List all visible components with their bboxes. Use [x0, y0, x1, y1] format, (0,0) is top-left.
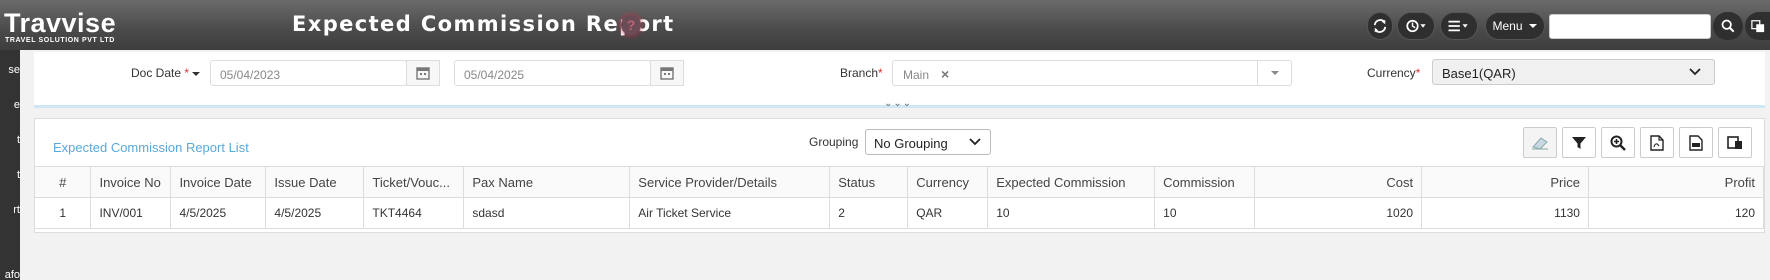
table-cell: Air Ticket Service: [629, 197, 831, 229]
currency-label: Currency*: [1367, 66, 1421, 80]
list-menu-button[interactable]: [1440, 12, 1478, 40]
column-header[interactable]: Issue Date: [265, 166, 365, 198]
grouping-value: No Grouping: [874, 136, 948, 151]
sidebar-item[interactable]: rt: [0, 204, 20, 216]
date-from-calendar-button[interactable]: [406, 60, 440, 86]
report-list-panel: Expected Commission Report List Grouping…: [34, 118, 1765, 233]
caret-down-icon[interactable]: [192, 71, 201, 77]
search-icon: [1721, 19, 1735, 33]
table-cell: 120: [1588, 197, 1765, 229]
branch-label: Branch*: [840, 66, 883, 80]
table-row[interactable]: 1 INV/001 4/5/2025 4/5/2025 TKT4464 sdas…: [35, 197, 1765, 229]
top-bar: Travvise TRAVEL SOLUTION PVT LTD Expecte…: [0, 0, 1770, 50]
branch-clear-icon[interactable]: ×: [941, 66, 949, 82]
columns-icon: [1727, 135, 1742, 149]
column-chooser-button[interactable]: [1718, 127, 1752, 158]
grouping-select[interactable]: No Grouping: [865, 129, 991, 155]
table-cell: TKT4464: [363, 197, 465, 229]
pdf-icon: [1650, 134, 1664, 151]
refresh-icon: [1373, 19, 1387, 33]
calendar-icon: [660, 67, 674, 80]
export-csv-button[interactable]: [1679, 127, 1713, 158]
table-cell: INV/001: [90, 197, 172, 229]
sidebar-item[interactable]: t: [0, 134, 20, 146]
chevron-down-icon: [1270, 70, 1279, 75]
chevron-down-icon: [1689, 68, 1701, 76]
column-header[interactable]: Price: [1421, 166, 1589, 198]
menu-button[interactable]: Menu: [1485, 12, 1545, 40]
help-icon[interactable]: ?: [621, 15, 641, 35]
csv-icon: [1689, 134, 1703, 151]
menu-label: Menu: [1492, 19, 1523, 33]
filter-icon: [1572, 136, 1586, 149]
logo-subtitle: TRAVEL SOLUTION PVT LTD: [5, 37, 115, 44]
column-header[interactable]: #: [35, 166, 92, 198]
currency-select[interactable]: Base1(QAR): [1432, 59, 1715, 85]
chevron-down-icon: [969, 138, 981, 146]
column-header[interactable]: Profit: [1588, 166, 1765, 198]
column-header[interactable]: Commission: [1154, 166, 1256, 198]
logo-text: Travvise: [4, 8, 117, 38]
table-cell: QAR: [907, 197, 989, 229]
chevron-down-icon: [1528, 24, 1537, 28]
column-header[interactable]: Expected Commission: [987, 166, 1156, 198]
app-logo[interactable]: Travvise TRAVEL SOLUTION PVT LTD: [0, 6, 135, 46]
table-cell: sdasd: [463, 197, 631, 229]
history-button[interactable]: [1397, 12, 1435, 40]
list-icon: [1448, 20, 1468, 32]
report-table: # Invoice No Invoice Date Issue Date Tic…: [35, 166, 1765, 229]
column-header[interactable]: Cost: [1254, 166, 1423, 198]
filter-button[interactable]: [1562, 127, 1596, 158]
grouping-label: Grouping: [809, 135, 859, 149]
language-button[interactable]: [1745, 12, 1770, 40]
history-icon: [1406, 19, 1426, 33]
table-cell: 1130: [1421, 197, 1589, 229]
clear-filter-button[interactable]: [1523, 127, 1557, 158]
sidebar-item[interactable]: e: [0, 99, 20, 111]
table-cell: 1020: [1254, 197, 1423, 229]
filter-panel: Doc Date * 05/04/2023 05/04/2025 Branch*…: [34, 52, 1765, 109]
column-header[interactable]: Invoice No: [90, 166, 172, 198]
column-header[interactable]: Ticket/Vouc...: [363, 166, 465, 198]
eraser-icon: [1532, 136, 1548, 150]
expand-filters-icon[interactable]: ⌄⌄⌄: [884, 98, 912, 109]
page-title: Expected Commission Report: [292, 12, 675, 36]
zoom-button[interactable]: [1601, 127, 1635, 158]
table-cell: 10: [1154, 197, 1256, 229]
sidebar-item[interactable]: se: [0, 64, 20, 76]
search-button[interactable]: [1713, 12, 1743, 40]
branch-dropdown-toggle[interactable]: [1257, 61, 1291, 85]
column-header[interactable]: Pax Name: [463, 166, 631, 198]
column-header[interactable]: Invoice Date: [170, 166, 267, 198]
column-header[interactable]: Status: [829, 166, 909, 198]
calendar-icon: [416, 67, 430, 80]
column-header[interactable]: Service Provider/Details: [629, 166, 831, 198]
list-title: Expected Commission Report List: [53, 140, 249, 155]
branch-select[interactable]: Main ×: [892, 60, 1292, 86]
table-cell: 4/5/2025: [170, 197, 267, 229]
column-header[interactable]: Currency: [907, 166, 989, 198]
table-cell: 4/5/2025: [265, 197, 365, 229]
search-input[interactable]: [1549, 14, 1711, 39]
table-header-row: # Invoice No Invoice Date Issue Date Tic…: [35, 166, 1765, 198]
sidebar-item[interactable]: t: [0, 169, 20, 181]
date-to-calendar-button[interactable]: [650, 60, 684, 86]
doc-date-label: Doc Date *: [131, 66, 201, 80]
sidebar-item[interactable]: afo: [0, 269, 20, 280]
export-pdf-button[interactable]: [1640, 127, 1674, 158]
table-cell: 1: [35, 197, 92, 229]
table-cell: 2: [829, 197, 909, 229]
table-cell: 10: [987, 197, 1156, 229]
sidebar: se e t t rt afo: [0, 50, 20, 280]
language-icon: [1750, 20, 1764, 33]
zoom-in-icon: [1610, 135, 1626, 151]
date-to-field[interactable]: 05/04/2025: [454, 60, 651, 86]
date-from-field[interactable]: 05/04/2023: [210, 60, 407, 86]
currency-value: Base1(QAR): [1442, 66, 1516, 81]
branch-tag: Main: [903, 68, 930, 82]
refresh-button[interactable]: [1367, 12, 1393, 40]
